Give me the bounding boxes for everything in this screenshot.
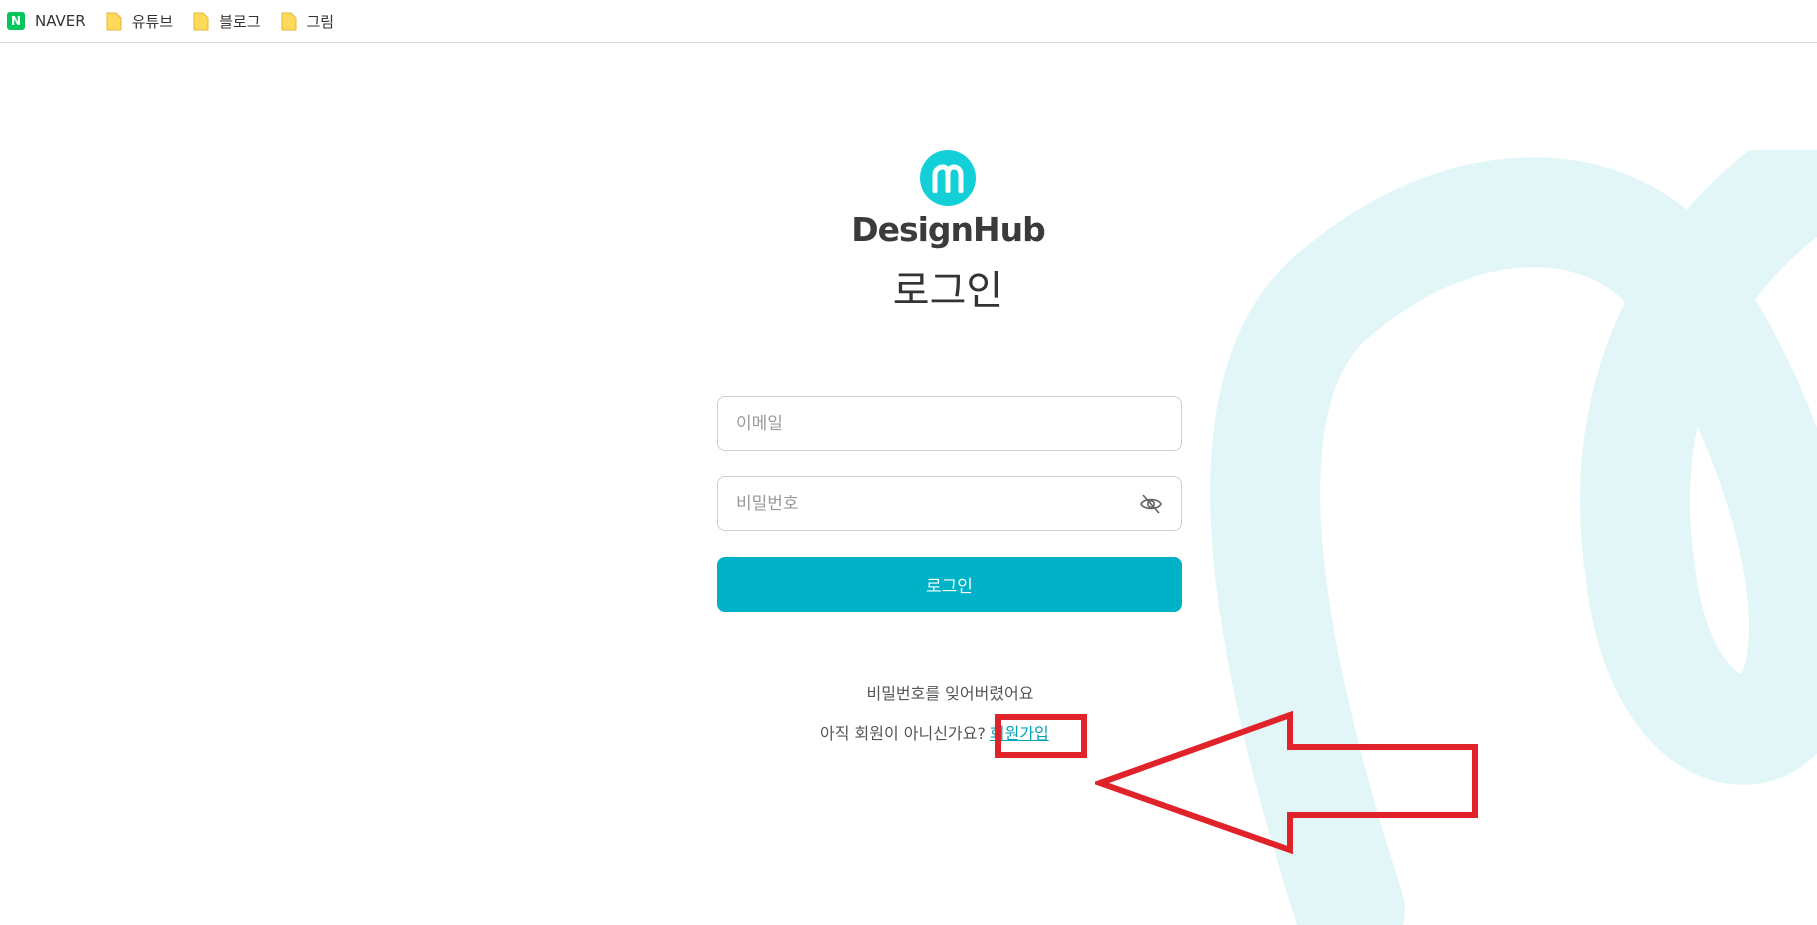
- folder-icon: [106, 12, 122, 31]
- brand-name: DesignHub: [851, 210, 1046, 249]
- folder-icon: [193, 12, 209, 31]
- email-input[interactable]: [718, 397, 1116, 450]
- signup-prompt: 아직 회원이 아니신가요?: [820, 724, 986, 743]
- bookmark-naver[interactable]: N NAVER: [7, 6, 86, 36]
- password-input[interactable]: [718, 477, 1116, 530]
- email-field[interactable]: [717, 396, 1182, 451]
- bookmark-folder-blog[interactable]: 블로그: [193, 6, 261, 36]
- eye-slash-icon[interactable]: [1139, 492, 1163, 516]
- designhub-logo-icon: [920, 150, 976, 206]
- page-title: 로그인: [892, 268, 1004, 314]
- password-field[interactable]: [717, 476, 1182, 531]
- bookmark-label: 그림: [306, 12, 335, 31]
- bookmark-folder-drawing[interactable]: 그림: [281, 6, 335, 36]
- naver-icon: N: [7, 12, 25, 30]
- bookmark-label: 유튜브: [131, 12, 174, 31]
- bookmark-label: 블로그: [219, 12, 261, 31]
- folder-icon: [281, 12, 297, 31]
- bookmark-folder-youtube[interactable]: 유튜브: [106, 6, 173, 36]
- annotation-arrow: [1095, 710, 1478, 855]
- annotation-highlight-box: [995, 714, 1087, 758]
- login-button[interactable]: 로그인: [717, 557, 1182, 612]
- bookmark-label: NAVER: [35, 12, 86, 30]
- bookmarks-bar: N NAVER 유튜브 블로그 그림: [0, 0, 1817, 43]
